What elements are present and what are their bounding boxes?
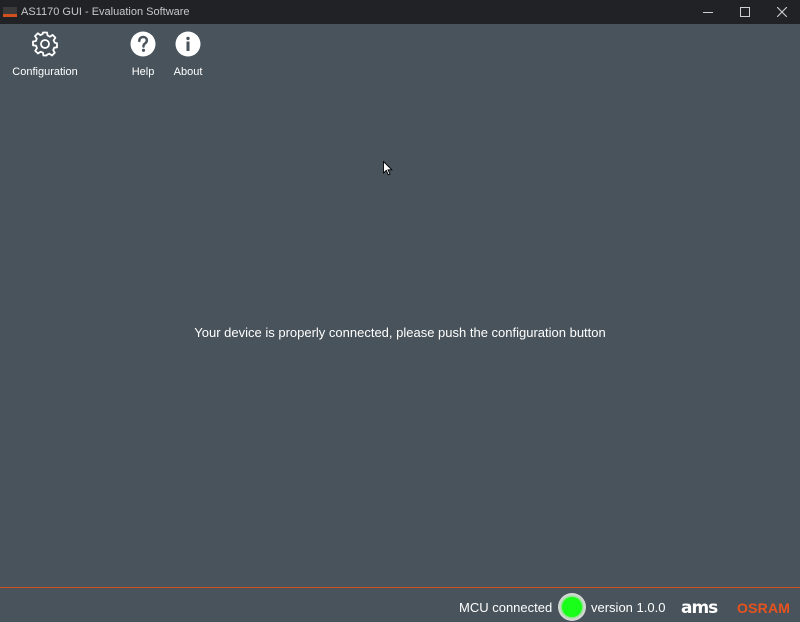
- mcu-status-label: MCU connected: [459, 600, 553, 615]
- ams-logo: ams: [681, 598, 718, 618]
- gear-icon: [31, 30, 59, 58]
- version-label: version 1.0.0: [591, 600, 666, 615]
- close-icon: [776, 7, 787, 17]
- close-button[interactable]: [763, 0, 800, 24]
- mouse-cursor-icon: [383, 161, 393, 176]
- maximize-button[interactable]: [726, 0, 763, 24]
- about-button[interactable]: About: [170, 30, 206, 78]
- minimize-button[interactable]: [689, 0, 726, 24]
- status-bar: MCU connected version 1.0.0 ams OSRAM: [0, 587, 800, 622]
- led-light: [562, 597, 582, 617]
- osram-logo: OSRAM: [737, 600, 791, 616]
- question-icon: [129, 30, 157, 58]
- about-label: About: [173, 66, 203, 78]
- status-message: Your device is properly connected, pleas…: [194, 325, 606, 340]
- help-label: Help: [131, 66, 155, 78]
- window-title: AS1170 GUI - Evaluation Software: [21, 6, 190, 18]
- title-bar: AS1170 GUI - Evaluation Software: [0, 0, 800, 24]
- help-button[interactable]: Help: [126, 30, 160, 78]
- configuration-button[interactable]: Configuration: [8, 30, 82, 78]
- connection-led-icon: [558, 593, 586, 621]
- window-controls: [689, 0, 800, 24]
- app-icon: [3, 7, 17, 17]
- info-icon: [174, 30, 202, 58]
- minimize-icon: [702, 12, 713, 13]
- maximize-icon: [739, 7, 750, 17]
- configuration-label: Configuration: [12, 66, 78, 78]
